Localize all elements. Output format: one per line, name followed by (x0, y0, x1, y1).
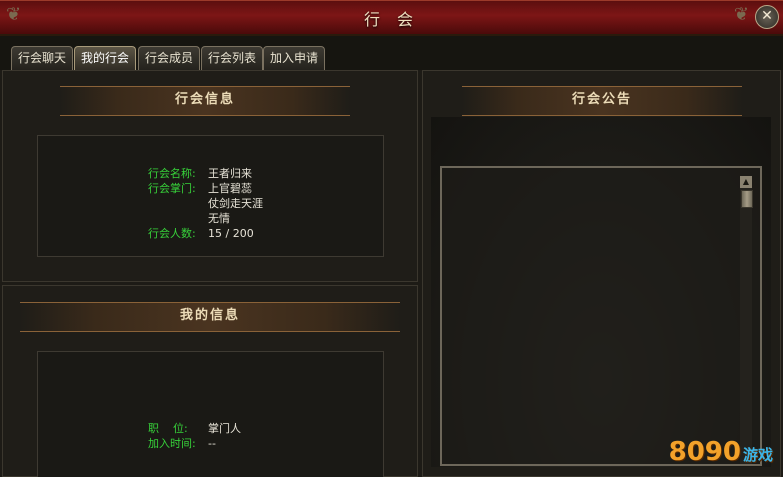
my-info-header: 我的信息 (20, 302, 400, 332)
guild-leader-value: 无情 (208, 212, 230, 225)
join-time-value: -- (208, 437, 216, 450)
tab-guild-list[interactable]: 行会列表 (201, 46, 264, 70)
close-button[interactable]: ✕ (755, 5, 779, 29)
notice-scrollbar[interactable] (740, 176, 752, 464)
position-label: 职 位: (148, 422, 188, 435)
position-value: 掌门人 (208, 422, 241, 435)
guild-count-value: 15 / 200 (208, 227, 254, 240)
corner-ornament-icon: ❦ (733, 4, 749, 25)
tab-guild-chat[interactable]: 行会聊天 (11, 46, 74, 70)
watermark-game: 游戏 (742, 446, 773, 464)
tab-join-requests[interactable]: 加入申请 (263, 46, 326, 70)
guild-name-label: 行会名称: (148, 167, 196, 180)
guild-info-header: 行会信息 (60, 86, 350, 116)
title-bar: ❦ 行 会 ❦ ✕ (0, 0, 783, 36)
guild-name-value: 王者归来 (208, 167, 252, 180)
guild-leader-label: 行会掌门: (148, 182, 196, 195)
guild-leader-value: 仗剑走天涯 (208, 197, 263, 210)
guild-window: ❦ 行 会 ❦ ✕ 行会聊天 我的行会 行会成员 行会列表 加入申请 行会信息 … (0, 0, 783, 477)
my-info-box (37, 351, 384, 477)
guild-notice-textarea[interactable] (440, 166, 762, 466)
site-watermark-logo: 8090 游戏 (669, 437, 773, 467)
tab-my-guild[interactable]: 我的行会 (74, 46, 137, 70)
join-time-label: 加入时间: (148, 437, 196, 450)
guild-notice-header: 行会公告 (462, 86, 742, 116)
scroll-up-arrow-icon[interactable]: ▲ (740, 176, 752, 188)
guild-leader-value: 上官碧蕊 (208, 182, 252, 195)
window-title: 行 会 (363, 10, 420, 29)
scroll-thumb[interactable] (741, 190, 753, 208)
guild-count-label: 行会人数: (148, 227, 196, 240)
watermark-brand: 8090 (668, 437, 741, 467)
tab-guild-members[interactable]: 行会成员 (138, 46, 201, 70)
